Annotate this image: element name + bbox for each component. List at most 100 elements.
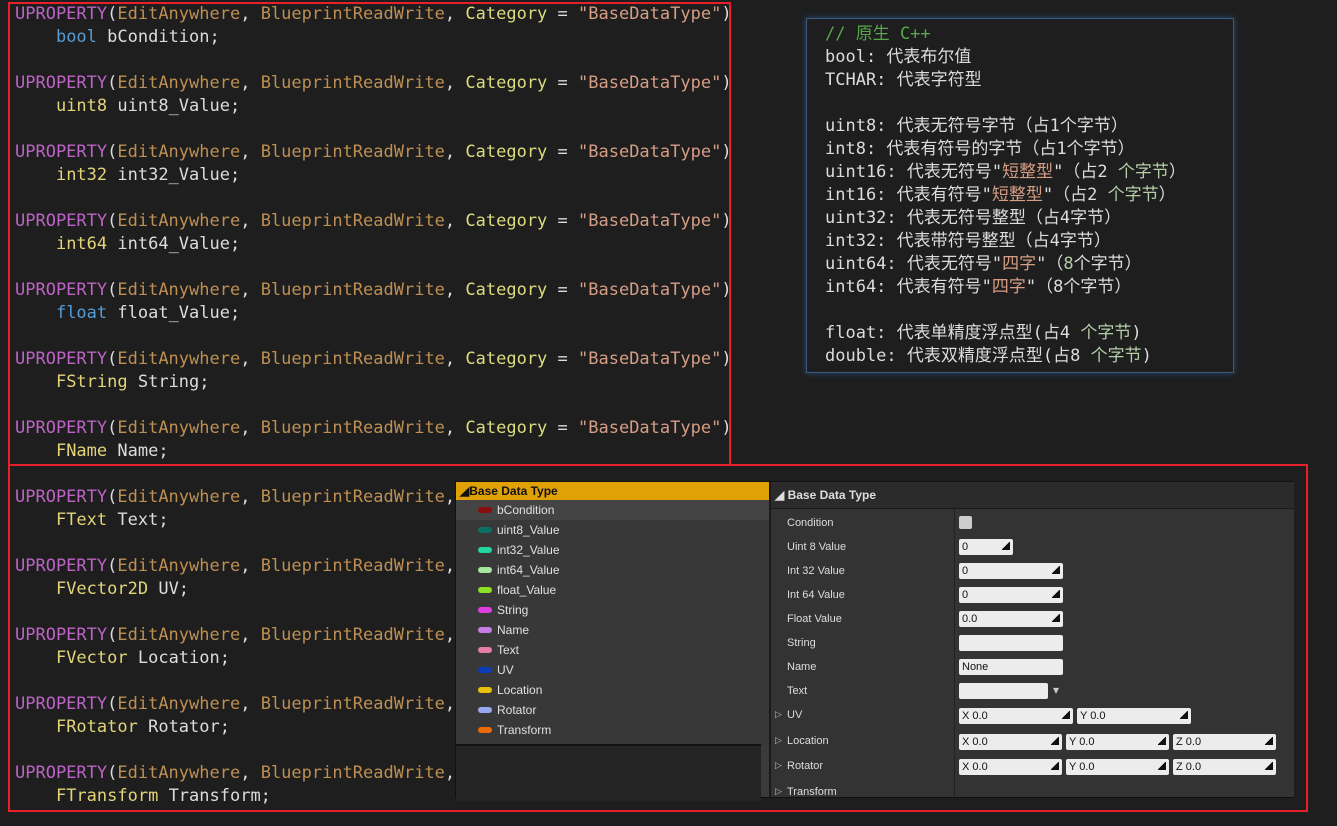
property-grid[interactable]: ◢ Base Data Type Condition Uint 8 Value 0 I… — [769, 482, 1294, 798]
expand-arrow-icon[interactable]: ▷ — [775, 760, 782, 771]
field-value: 0 — [962, 541, 969, 553]
code-punct: = — [547, 211, 579, 231]
code-punct: , — [444, 694, 456, 714]
property-row: Text ▾ — [771, 679, 1294, 703]
expand-arrow-icon[interactable]: ▷ — [775, 709, 782, 720]
vector-component-field[interactable]: Z 0.0 — [1173, 733, 1276, 750]
note-text: uint8: 代表无符号字节（占1个字节） — [825, 116, 1128, 136]
code-punct: ( — [107, 418, 118, 438]
code-punct: , — [444, 73, 466, 93]
tree-item[interactable]: Transform — [456, 720, 769, 740]
code-type: FText — [55, 510, 108, 530]
vector-component-field[interactable]: X 0.0 — [959, 733, 1062, 750]
tree-item[interactable]: float_Value — [456, 580, 769, 600]
code-type: FVector — [55, 648, 128, 668]
code-string: "BaseDataType" — [578, 280, 722, 300]
tree-item[interactable]: Name — [456, 620, 769, 640]
code-line-declaration: int32 int32_Value; — [15, 164, 732, 187]
drag-handle-icon — [1002, 542, 1010, 550]
property-checkbox[interactable] — [959, 516, 972, 529]
tree-item[interactable]: Text — [456, 640, 769, 660]
code-punct: ) — [721, 418, 732, 438]
tree-empty-area — [456, 744, 761, 801]
code-punct: , — [444, 487, 456, 507]
code-punct: = — [547, 349, 579, 369]
code-macro: UPROPERTY — [15, 211, 108, 231]
vector-component-field[interactable]: Z 0.0 — [1173, 759, 1276, 775]
property-text-field[interactable] — [959, 683, 1048, 699]
note-text: uint64: 代表无符号" — [825, 254, 1003, 274]
variable-type-pill-icon — [478, 566, 492, 573]
tree-item-label: Location — [497, 683, 543, 697]
note-text: TCHAR: 代表字符型 — [825, 70, 982, 90]
note-text: 8 — [1063, 254, 1074, 274]
dropdown-arrow-icon[interactable]: ▾ — [1053, 683, 1059, 697]
details-panel[interactable]: ◢Base Data Type bCondition uint8_Valueint… — [455, 481, 1294, 801]
field-value: X 0.0 — [962, 761, 988, 773]
code-punct: ( — [107, 556, 118, 576]
code-specifier: BlueprintReadWrite — [260, 4, 445, 24]
property-text-field[interactable]: None — [959, 659, 1063, 675]
tree-item[interactable]: int64_Value — [456, 560, 769, 580]
vector-component-field[interactable]: Y 0.0 — [1066, 733, 1169, 750]
code-identifier: Rotator; — [148, 717, 230, 737]
vector-component-field[interactable]: Y 0.0 — [1066, 759, 1169, 775]
tree-item[interactable]: bCondition — [456, 500, 769, 520]
note-text: ) — [1131, 323, 1142, 343]
expand-arrow-icon[interactable]: ▷ — [775, 735, 782, 746]
code-identifier: Transform; — [168, 786, 271, 806]
property-row: ▷ Transform — [771, 780, 1294, 806]
vector-component-field[interactable]: X 0.0 — [959, 759, 1062, 775]
property-number-field[interactable]: 0 — [959, 587, 1063, 603]
note-text: "（ — [1036, 254, 1064, 274]
property-row: Float Value 0.0 — [771, 607, 1294, 631]
code-punct: , — [240, 142, 261, 162]
property-number-field[interactable]: 0.0 — [959, 611, 1063, 627]
property-label: Int 32 Value — [787, 565, 845, 577]
property-text-field[interactable] — [959, 635, 1063, 651]
code-punct: , — [444, 556, 456, 576]
note-text: int64: 代表有符号" — [825, 277, 992, 297]
expand-arrow-icon[interactable]: ▷ — [775, 786, 782, 797]
note-line: double: 代表双精度浮点型(占8 个字节) — [825, 345, 1233, 368]
code-identifier: Text; — [117, 510, 169, 530]
code-specifier: EditAnywhere — [117, 211, 241, 231]
note-text: 个字节 — [1080, 323, 1132, 343]
field-value: Z 0.0 — [1176, 735, 1202, 748]
vector-component-field[interactable]: X 0.0 — [959, 708, 1073, 724]
property-category-header[interactable]: ◢ Base Data Type — [771, 482, 1294, 509]
tree-item-label: uint8_Value — [497, 523, 560, 537]
property-row: ▷ UV X 0.0 Y 0.0 — [771, 703, 1294, 729]
tree-item[interactable]: Location — [456, 680, 769, 700]
field-value: Y 0.0 — [1069, 761, 1095, 773]
variable-type-pill-icon — [478, 706, 492, 713]
note-text: uint32: 代表无符号整型（占4字节） — [825, 208, 1122, 228]
tree-item[interactable]: uint8_Value — [456, 520, 769, 540]
code-macro: UPROPERTY — [15, 625, 108, 645]
property-number-field[interactable]: 0 — [959, 539, 1013, 555]
tree-item[interactable]: int32_Value — [456, 540, 769, 560]
tree-item[interactable]: String — [456, 600, 769, 620]
code-punct: ( — [107, 625, 118, 645]
code-line-decorator: UPROPERTY(EditAnywhere, BlueprintReadWri… — [15, 3, 732, 26]
property-row: Uint 8 Value 0 — [771, 535, 1294, 559]
variable-type-pill-icon — [478, 726, 492, 733]
vector-component-field[interactable]: Y 0.0 — [1077, 708, 1191, 724]
tree-item[interactable]: Rotator — [456, 700, 769, 720]
code-line-decorator: UPROPERTY(EditAnywhere, BlueprintReadWri… — [15, 417, 732, 440]
tree-item[interactable]: UV — [456, 660, 769, 680]
variable-tree[interactable]: ◢Base Data Type bCondition uint8_Valueint… — [456, 482, 769, 745]
code-category-key: Category — [465, 4, 548, 24]
property-number-field[interactable]: 0 — [959, 563, 1063, 579]
code-punct: , — [240, 625, 261, 645]
tree-category-header[interactable]: ◢Base Data Type — [456, 482, 769, 500]
code-line-decorator: UPROPERTY(EditAnywhere, BlueprintReadWri… — [15, 141, 732, 164]
variable-type-pill-icon — [478, 606, 492, 613]
field-value: 0 — [962, 589, 969, 601]
code-specifier: EditAnywhere — [117, 73, 241, 93]
